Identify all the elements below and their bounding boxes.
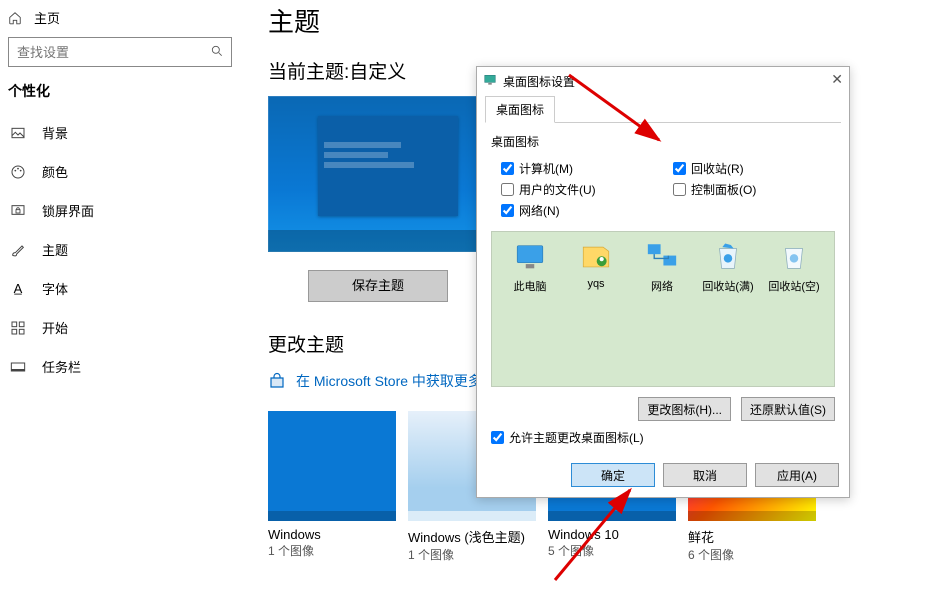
search-icon — [210, 44, 224, 58]
store-icon — [268, 372, 286, 390]
sidebar-item-colors[interactable]: 颜色 — [0, 152, 240, 191]
theme-name: Windows — [268, 527, 396, 542]
apply-button[interactable]: 应用(A) — [755, 463, 839, 487]
preview-icon-bin-full[interactable]: 回收站(满) — [698, 240, 758, 378]
icon-preview-area: 此电脑 yqs 网络 回收站(满) 回收站(空) — [491, 231, 835, 387]
sidebar-item-label: 任务栏 — [42, 357, 81, 376]
theme-name: Windows 10 — [548, 527, 676, 542]
settings-sidebar: 主页 个性化 背景 颜色 锁屏界面 主题 A̲ 字体 开始 任务栏 — [0, 0, 240, 614]
theme-sub: 1 个图像 — [408, 546, 536, 563]
tab-desktop-icons[interactable]: 桌面图标 — [485, 96, 555, 123]
preview-icon-bin-empty[interactable]: 回收站(空) — [764, 240, 824, 378]
theme-sub: 1 个图像 — [268, 542, 396, 559]
sidebar-item-label: 背景 — [42, 123, 68, 142]
preview-icon-network[interactable]: 网络 — [632, 240, 692, 378]
checkbox-network[interactable]: 网络(N) — [501, 202, 663, 219]
taskbar-icon — [10, 359, 26, 375]
start-icon — [10, 320, 26, 336]
dialog-tabs: 桌面图标 — [485, 95, 841, 123]
dialog-body: 桌面图标 计算机(M) 用户的文件(U) 网络(N) 回收站(R) 控制面板(O… — [477, 123, 849, 454]
sidebar-item-label: 字体 — [42, 279, 68, 298]
theme-name: 鲜花 — [688, 527, 816, 546]
font-icon: A̲ — [10, 281, 26, 297]
sidebar-home-label: 主页 — [34, 8, 60, 27]
search-input[interactable] — [8, 37, 232, 67]
allow-theme-change-checkbox[interactable]: 允许主题更改桌面图标(L) — [491, 429, 835, 446]
checkbox-recycle[interactable]: 回收站(R) — [673, 160, 835, 177]
page-title: 主题 — [268, 2, 929, 39]
checkbox-userfiles[interactable]: 用户的文件(U) — [501, 181, 663, 198]
checkbox-computer[interactable]: 计算机(M) — [501, 160, 663, 177]
sidebar-item-label: 开始 — [42, 318, 68, 337]
sidebar-item-lockscreen[interactable]: 锁屏界面 — [0, 191, 240, 230]
brush-icon — [10, 242, 26, 258]
sidebar-item-label: 锁屏界面 — [42, 201, 94, 220]
lock-screen-icon — [10, 203, 26, 219]
sidebar-item-label: 颜色 — [42, 162, 68, 181]
dialog-title-label: 桌面图标设置 — [503, 73, 575, 90]
sidebar-section-title: 个性化 — [0, 81, 240, 113]
desktop-icon-settings-dialog: 桌面图标设置 ✕ 桌面图标 桌面图标 计算机(M) 用户的文件(U) 网络(N)… — [476, 66, 850, 498]
monitor-icon — [483, 73, 497, 90]
cancel-button[interactable]: 取消 — [663, 463, 747, 487]
theme-sub: 5 个图像 — [548, 542, 676, 559]
change-icon-button[interactable]: 更改图标(H)... — [638, 397, 731, 421]
theme-card[interactable]: Windows 1 个图像 — [268, 411, 396, 563]
theme-sub: 6 个图像 — [688, 546, 816, 563]
picture-icon — [10, 125, 26, 141]
theme-name: Windows (浅色主题) — [408, 527, 536, 546]
search-wrap — [8, 37, 232, 67]
checkbox-control[interactable]: 控制面板(O) — [673, 181, 835, 198]
sidebar-item-taskbar[interactable]: 任务栏 — [0, 347, 240, 386]
save-theme-button[interactable]: 保存主题 — [308, 270, 448, 302]
ok-button[interactable]: 确定 — [571, 463, 655, 487]
home-icon — [8, 11, 22, 25]
dialog-titlebar: 桌面图标设置 ✕ — [477, 67, 849, 95]
sidebar-home[interactable]: 主页 — [0, 4, 240, 37]
sidebar-item-themes[interactable]: 主题 — [0, 230, 240, 269]
close-icon[interactable]: ✕ — [831, 71, 843, 88]
sidebar-item-label: 主题 — [42, 240, 68, 259]
preview-icon-pc[interactable]: 此电脑 — [500, 240, 560, 378]
group-label: 桌面图标 — [491, 133, 835, 150]
preview-icon-user[interactable]: yqs — [566, 240, 626, 378]
restore-default-button[interactable]: 还原默认值(S) — [741, 397, 835, 421]
sidebar-item-fonts[interactable]: A̲ 字体 — [0, 269, 240, 308]
sidebar-item-background[interactable]: 背景 — [0, 113, 240, 152]
palette-icon — [10, 164, 26, 180]
sidebar-item-start[interactable]: 开始 — [0, 308, 240, 347]
dialog-bottom-buttons: 确定 取消 应用(A) — [571, 463, 839, 487]
